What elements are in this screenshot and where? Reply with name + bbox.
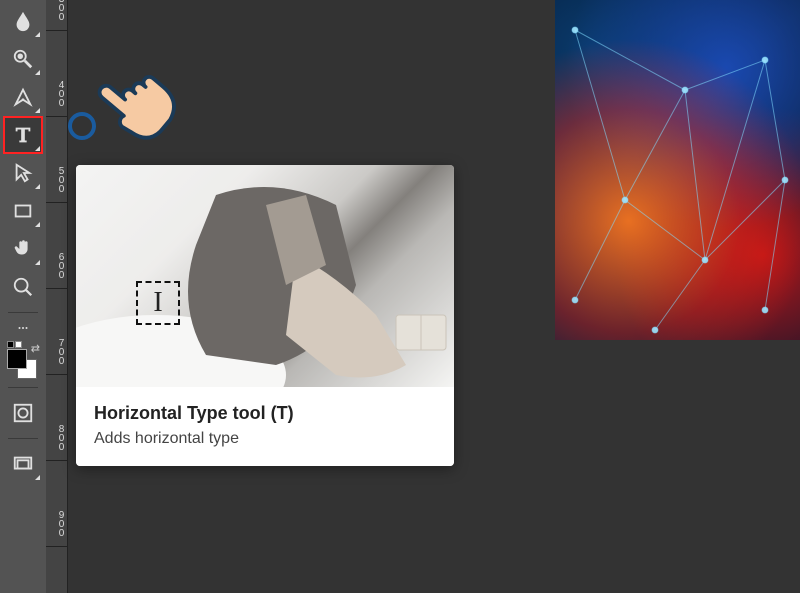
ruler-label: 400 <box>46 80 66 107</box>
rectangle-tool[interactable] <box>3 192 43 230</box>
quick-mask[interactable] <box>3 394 43 432</box>
path-arrow-icon <box>12 162 34 184</box>
ruler-label: 900 <box>46 510 66 537</box>
foreground-color[interactable] <box>7 349 27 369</box>
network-graphic <box>555 0 800 340</box>
blur-tool[interactable] <box>3 2 43 40</box>
open-document[interactable] <box>555 0 800 340</box>
type-tool[interactable] <box>3 116 43 154</box>
dots-icon <box>14 322 32 334</box>
ruler-label: 800 <box>46 424 66 451</box>
tooltip-preview-image: I <box>76 165 454 387</box>
edit-toolbar[interactable] <box>3 319 43 337</box>
pen-tool[interactable] <box>3 78 43 116</box>
toolbar-divider <box>8 387 38 388</box>
toolbar-divider <box>8 312 38 313</box>
path-selection-tool[interactable] <box>3 154 43 192</box>
screenmode-icon <box>12 453 34 475</box>
type-cursor-icon: I <box>136 281 180 325</box>
rectangle-icon <box>12 200 34 222</box>
type-icon <box>12 124 34 146</box>
zoom-icon <box>12 276 34 298</box>
hand-icon <box>12 238 34 260</box>
hand-tool[interactable] <box>3 230 43 268</box>
ruler-label: 700 <box>46 338 66 365</box>
blur-icon <box>12 10 34 32</box>
vertical-ruler: 300 400 500 600 700 800 900 <box>46 0 68 593</box>
tooltip-title: Horizontal Type tool (T) <box>94 403 436 424</box>
toolbar-divider <box>8 438 38 439</box>
tool-tooltip: I Horizontal Type tool (T) Adds horizont… <box>76 165 454 466</box>
ruler-label: 500 <box>46 166 66 193</box>
screen-mode[interactable] <box>3 445 43 483</box>
pen-icon <box>12 86 34 108</box>
ruler-label: 600 <box>46 252 66 279</box>
dodge-tool[interactable] <box>3 40 43 78</box>
swap-colors-icon[interactable]: ⇄ <box>31 342 40 355</box>
tools-panel: ⇄ <box>0 0 46 593</box>
tooltip-description: Adds horizontal type <box>94 430 436 448</box>
color-swatches[interactable]: ⇄ <box>3 341 43 381</box>
quickmask-icon <box>12 402 34 424</box>
pointer-hand-icon <box>90 55 185 150</box>
dodge-icon <box>12 48 34 70</box>
zoom-tool[interactable] <box>3 268 43 306</box>
ruler-label: 300 <box>46 0 66 21</box>
